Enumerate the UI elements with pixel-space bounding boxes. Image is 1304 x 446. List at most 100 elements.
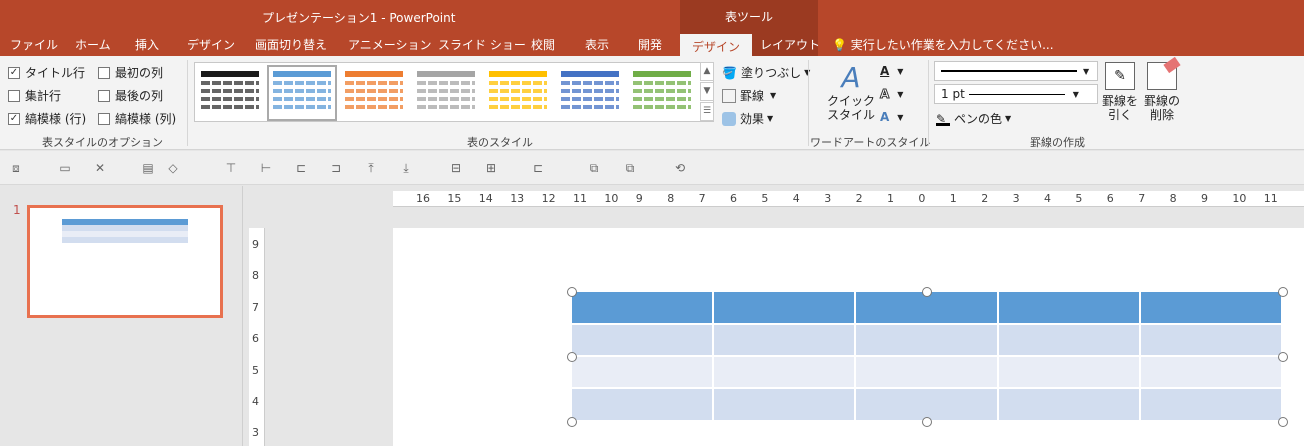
tab-table-design[interactable]: デザイン <box>680 34 753 56</box>
table-cell[interactable] <box>572 357 715 389</box>
banded-rows-checkbox[interactable]: ✓ 縞模様 (行) <box>8 110 86 127</box>
table-cell[interactable] <box>856 357 999 389</box>
distribute-bottom-icon[interactable]: ⤓ <box>398 160 414 176</box>
table-cell[interactable] <box>714 389 857 422</box>
align-left-icon[interactable]: ⊏ <box>293 160 309 176</box>
draw-table-button[interactable]: ✎ 罫線を 引く <box>1100 62 1140 122</box>
gallery-more-icon[interactable]: ☰ <box>700 102 714 121</box>
table-style-thumb[interactable] <box>489 71 547 115</box>
group-icon[interactable]: ⧉ <box>586 160 602 176</box>
gallery-up-icon[interactable]: ▲ <box>700 62 714 81</box>
table-style-thumb[interactable] <box>417 71 475 115</box>
quick-styles-label: クイック <box>826 94 875 108</box>
resize-handle[interactable] <box>567 287 577 297</box>
tab-insert[interactable]: 挿入 <box>135 34 159 56</box>
last-column-checkbox[interactable]: 最後の列 <box>98 87 163 104</box>
table-style-thumb[interactable] <box>345 71 403 115</box>
shading-button[interactable]: 🪣塗りつぶし▼ <box>722 64 810 81</box>
table-cell[interactable] <box>1140 357 1284 389</box>
pen-style-dropdown[interactable]: ▼ <box>934 61 1098 81</box>
table-cell[interactable] <box>856 325 999 357</box>
tab-review[interactable]: 校閲 <box>531 34 555 56</box>
ruler-number: 13 <box>510 192 525 205</box>
tab-developer[interactable]: 開発 <box>638 34 662 56</box>
resize-handle[interactable] <box>1278 417 1288 427</box>
tab-home[interactable]: ホーム <box>75 34 111 56</box>
tab-design[interactable]: デザイン <box>187 34 235 56</box>
tab-transitions[interactable]: 画面切り替え <box>255 34 327 56</box>
table-cell[interactable] <box>714 292 857 325</box>
table-cell[interactable] <box>998 292 1141 325</box>
tell-me-search[interactable]: 💡 実行したい作業を入力してください... <box>832 34 1054 56</box>
table-cell[interactable] <box>572 325 715 357</box>
table-cell[interactable] <box>1140 389 1284 422</box>
table-cell[interactable] <box>998 357 1141 389</box>
frame-icon[interactable]: ⧈ <box>8 160 24 176</box>
table-cell[interactable] <box>1140 292 1284 325</box>
table-style-thumb[interactable] <box>201 71 259 115</box>
align-top-icon[interactable]: ⊤ <box>223 160 239 176</box>
table-style-thumb[interactable] <box>561 71 619 115</box>
shading-label: 塗りつぶし <box>740 66 802 80</box>
arrange-icon[interactable]: ⊏ <box>530 160 546 176</box>
tab-animations[interactable]: アニメーション <box>348 34 432 56</box>
table-cell[interactable] <box>714 357 857 389</box>
slide-thumbnail[interactable] <box>27 205 223 318</box>
center-icon[interactable]: ⊟ <box>448 160 464 176</box>
align-middle-icon[interactable]: ⊢ <box>258 160 274 176</box>
table-cell[interactable] <box>998 325 1141 357</box>
table-row[interactable] <box>572 357 1284 389</box>
checkbox-label: 最後の列 <box>115 89 164 103</box>
ruler-number: 8 <box>667 192 675 205</box>
banded-columns-checkbox[interactable]: 縞模様 (列) <box>98 110 176 127</box>
distribute-top-icon[interactable]: ⤒ <box>363 160 379 176</box>
textbox-icon[interactable]: ▭ <box>57 160 73 176</box>
pen-color-button[interactable]: ✎ ペンの色 ▼ <box>936 110 1011 127</box>
ruler-number: 10 <box>604 192 619 205</box>
quick-styles-label-2: スタイル <box>826 108 875 122</box>
resize-handle[interactable] <box>922 417 932 427</box>
text-icon[interactable]: ▤ <box>140 160 156 176</box>
distribute-icon[interactable]: ⊞ <box>483 160 499 176</box>
table-cell[interactable] <box>998 389 1141 422</box>
table-cell[interactable] <box>714 325 857 357</box>
table-cell[interactable] <box>572 389 715 422</box>
resize-handle[interactable] <box>1278 352 1288 362</box>
table[interactable] <box>572 292 1284 422</box>
total-row-checkbox[interactable]: 集計行 <box>8 87 61 104</box>
gallery-down-icon[interactable]: ▼ <box>700 82 714 101</box>
checkbox-label: 縞模様 (列) <box>115 112 177 126</box>
table-row[interactable] <box>572 325 1284 357</box>
borders-button[interactable]: 罫線 ▼ <box>722 87 776 104</box>
text-effects-button[interactable]: A ▼ <box>880 110 903 124</box>
table-style-thumb[interactable] <box>267 65 337 121</box>
text-fill-button[interactable]: A ▼ <box>880 64 903 78</box>
ruler-number: 5 <box>252 363 259 377</box>
shape-icon[interactable]: ◇ <box>165 160 181 176</box>
resize-handle[interactable] <box>1278 287 1288 297</box>
table-style-thumb[interactable] <box>633 71 691 115</box>
effects-button[interactable]: 効果 ▼ <box>722 110 773 127</box>
table-cell[interactable] <box>572 292 715 325</box>
close-icon[interactable]: ✕ <box>92 160 108 176</box>
pen-weight-dropdown[interactable]: 1 pt ▼ <box>934 84 1098 104</box>
tab-table-layout[interactable]: レイアウト <box>760 34 820 56</box>
tab-view[interactable]: 表示 <box>585 34 609 56</box>
resize-handle[interactable] <box>567 417 577 427</box>
tab-file[interactable]: ファイル <box>10 34 58 56</box>
text-outline-button[interactable]: A ▼ <box>879 87 903 102</box>
resize-handle[interactable] <box>567 352 577 362</box>
quick-styles-button[interactable]: A クイック スタイル <box>825 62 877 123</box>
resize-handle[interactable] <box>922 287 932 297</box>
table-cell[interactable] <box>1140 325 1284 357</box>
wordart-group-label: ワードアートのスタイル <box>810 136 931 149</box>
eraser-button[interactable]: 罫線の 削除 <box>1142 56 1182 122</box>
rotate-icon[interactable]: ⟲ <box>672 160 688 176</box>
tab-slideshow[interactable]: スライド ショー <box>438 34 526 56</box>
ungroup-icon[interactable]: ⧉ <box>622 160 638 176</box>
header-row-checkbox[interactable]: ✓ タイトル行 <box>8 64 85 81</box>
ruler-number: 6 <box>730 192 737 205</box>
first-column-checkbox[interactable]: 最初の列 <box>98 64 163 81</box>
ruler-number: 1 <box>887 192 894 205</box>
align-right-icon[interactable]: ⊐ <box>328 160 344 176</box>
